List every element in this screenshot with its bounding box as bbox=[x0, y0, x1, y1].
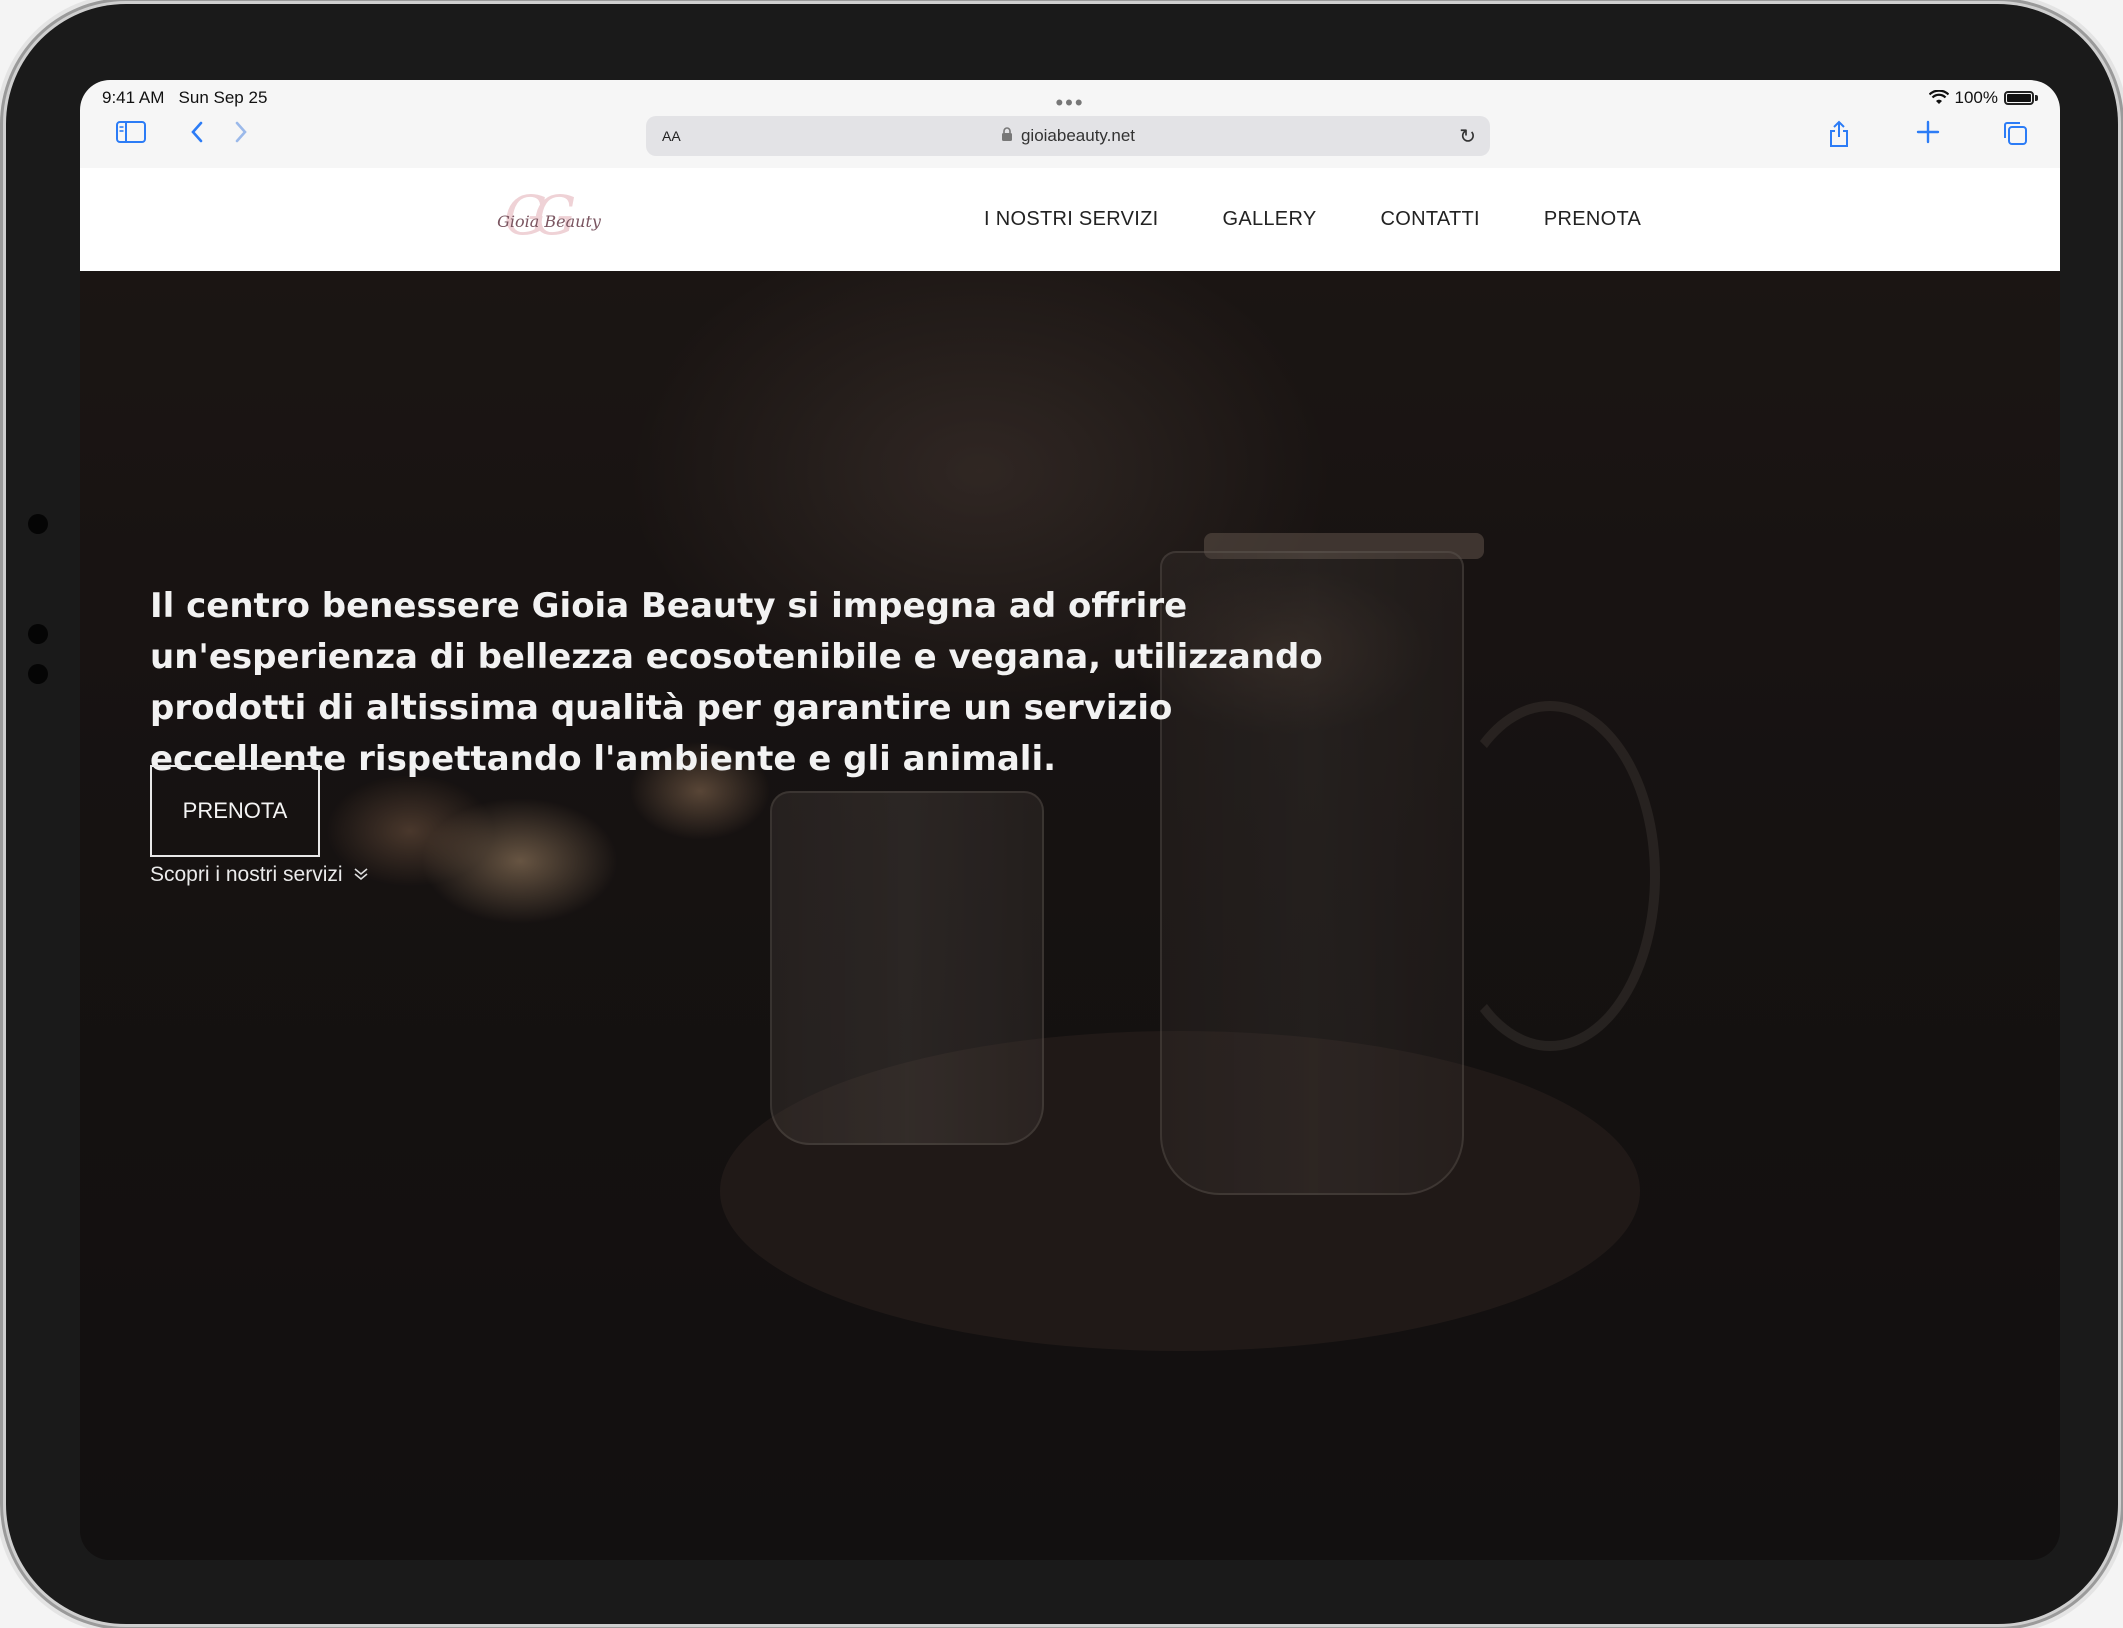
side-button bbox=[28, 664, 48, 684]
status-right: 100% bbox=[1928, 88, 2038, 108]
nav-item-gallery[interactable]: GALLERY bbox=[1222, 208, 1316, 231]
chevron-right-icon[interactable] bbox=[232, 120, 250, 149]
nav-item-prenota[interactable]: PRENOTA bbox=[1544, 208, 1641, 231]
lock-icon bbox=[1001, 127, 1013, 145]
double-chevron-down-icon bbox=[353, 865, 369, 886]
battery-icon bbox=[2004, 91, 2034, 105]
discover-label: Scopri i nostri servizi bbox=[150, 863, 343, 886]
address-bar[interactable]: AA gioiabeauty.net ↻ bbox=[646, 116, 1490, 156]
sidebar-icon[interactable] bbox=[116, 120, 146, 148]
status-left: 9:41 AM Sun Sep 25 bbox=[102, 88, 267, 108]
reload-icon[interactable]: ↻ bbox=[1459, 124, 1476, 149]
url-text: gioiabeauty.net bbox=[1020, 126, 1136, 145]
nav-item-servizi[interactable]: I NOSTRI SERVIZI bbox=[984, 208, 1158, 231]
logo-text: Gioia Beauty bbox=[497, 212, 601, 231]
battery-percent: 100% bbox=[1954, 88, 1998, 107]
hero-overlay bbox=[80, 271, 2060, 1560]
tablet-frame: 9:41 AM Sun Sep 25 ••• 100% AA gioiabeau… bbox=[6, 4, 2118, 1624]
status-date: Sun Sep 25 bbox=[178, 88, 268, 107]
prenota-button[interactable]: PRENOTA bbox=[150, 765, 320, 857]
site-logo[interactable]: GG Gioia Beauty bbox=[484, 184, 614, 250]
site-header: GG Gioia Beauty I NOSTRI SERVIZI GALLERY… bbox=[80, 168, 2060, 271]
chevron-left-icon[interactable] bbox=[188, 120, 206, 149]
side-button bbox=[28, 514, 48, 534]
status-time: 9:41 AM bbox=[102, 88, 165, 107]
screen: 9:41 AM Sun Sep 25 ••• 100% AA gioiabeau… bbox=[80, 80, 2060, 1560]
plus-icon[interactable] bbox=[1916, 120, 1940, 149]
share-icon[interactable] bbox=[1828, 120, 1850, 153]
hero-headline: Il centro benessere Gioia Beauty si impe… bbox=[150, 586, 1323, 779]
main-nav: I NOSTRI SERVIZI GALLERY CONTATTI PRENOT… bbox=[984, 208, 1641, 231]
text-size-button[interactable]: AA bbox=[662, 128, 681, 144]
multitasking-dots-icon[interactable]: ••• bbox=[1055, 90, 1084, 116]
tabs-icon[interactable] bbox=[2002, 120, 2028, 151]
nav-item-contatti[interactable]: CONTATTI bbox=[1380, 208, 1479, 231]
discover-services-link[interactable]: Scopri i nostri servizi bbox=[150, 863, 369, 887]
side-button bbox=[28, 624, 48, 644]
wifi-icon bbox=[1928, 90, 1949, 104]
browser-chrome: 9:41 AM Sun Sep 25 ••• 100% AA gioiabeau… bbox=[80, 80, 2060, 168]
hero-section: Il centro benessere Gioia Beauty si impe… bbox=[80, 271, 2060, 1560]
